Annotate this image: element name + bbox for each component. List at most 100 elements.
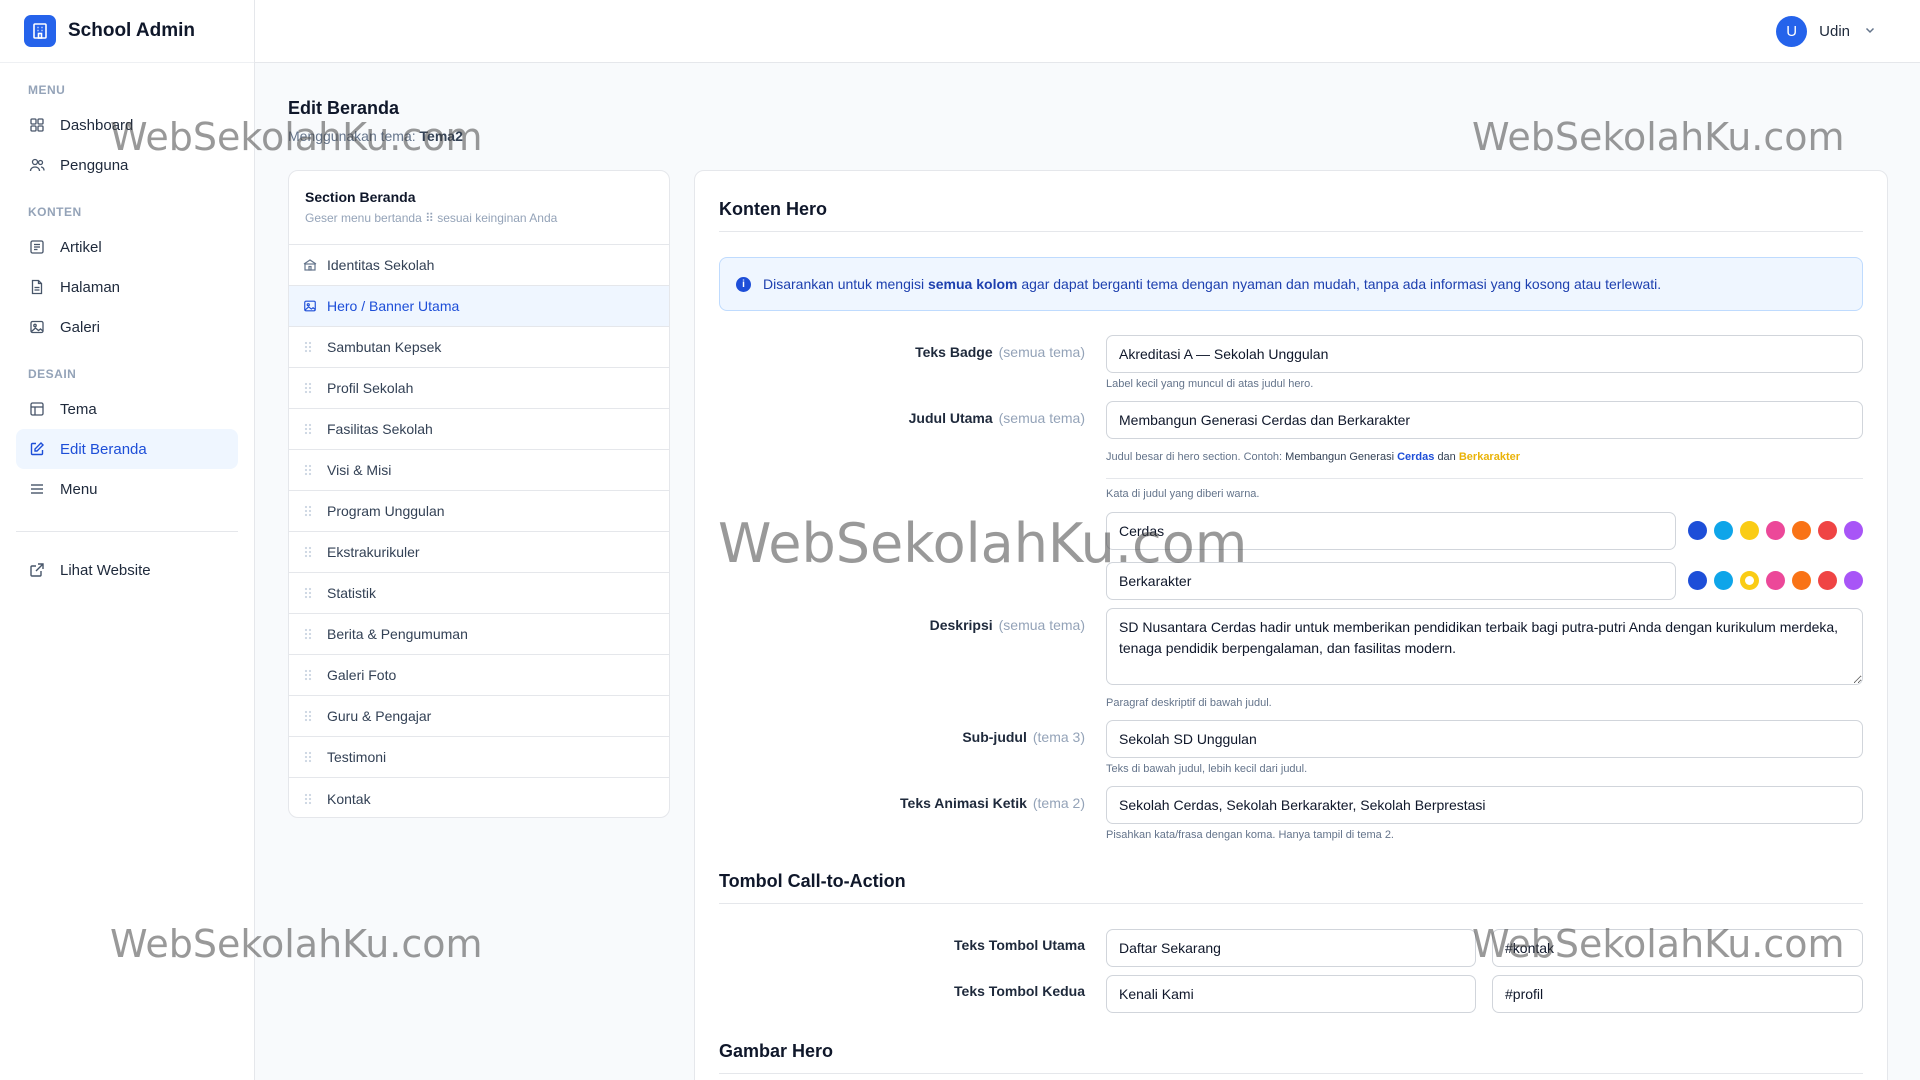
subtitle-help: Teks di bawah judul, lebih kecil dari ju… (1106, 763, 1308, 775)
section-item-label: Identitas Sekolah (327, 257, 435, 273)
section-item-hero-banner-utama[interactable]: Hero / Banner Utama (289, 286, 669, 327)
sidebar-item-artikel[interactable]: Artikel (16, 227, 238, 267)
section-item-identitas-sekolah[interactable]: Identitas Sekolah (289, 245, 669, 286)
color-swatch[interactable] (1714, 571, 1733, 590)
avatar: U (1776, 16, 1808, 47)
drag-handle-icon[interactable] (303, 545, 317, 559)
user-menu[interactable]: U Udin (1776, 16, 1876, 47)
highlight-word-2-input[interactable] (1106, 562, 1676, 600)
info-icon: i (736, 276, 751, 292)
section-list-subtitle: Geser menu bertanda ⠿ sesuai keinginan A… (305, 211, 558, 225)
color-swatch[interactable] (1792, 571, 1811, 590)
hero-heading-rule (719, 231, 1863, 232)
color-swatch[interactable] (1818, 571, 1837, 590)
section-item-label: Berita & Pengumuman (327, 626, 468, 642)
description-label: Deskripsi (semua tema) (929, 617, 1085, 633)
highlight-help: Kata di judul yang diberi warna. (1106, 488, 1260, 500)
section-item-label: Testimoni (327, 749, 387, 765)
highlight-word-1-input[interactable] (1106, 512, 1676, 550)
color-swatch[interactable] (1740, 571, 1759, 590)
color-swatch[interactable] (1844, 521, 1863, 540)
topbar: U Udin (255, 0, 1920, 63)
color-swatch[interactable] (1688, 571, 1707, 590)
typing-help: Pisahkan kata/frasa dengan koma. Hanya t… (1106, 829, 1394, 841)
sidebar-item-lihat-website[interactable]: Lihat Website (16, 550, 238, 590)
badge-input[interactable] (1106, 335, 1863, 373)
drag-handle-icon[interactable] (303, 422, 317, 436)
drag-handle-icon[interactable] (303, 709, 317, 723)
color-swatch[interactable] (1714, 521, 1733, 540)
section-item-galeri-foto[interactable]: Galeri Foto (289, 655, 669, 696)
drag-handle-icon[interactable] (303, 627, 317, 641)
drag-handle-icon[interactable] (303, 750, 317, 764)
chevron-down-icon (1864, 23, 1876, 41)
typing-label: Teks Animasi Ketik (tema 2) (900, 795, 1085, 811)
section-list-title: Section Beranda (305, 189, 416, 205)
drag-handle-icon[interactable] (303, 586, 317, 600)
color-swatch[interactable] (1844, 571, 1863, 590)
article-icon (28, 238, 46, 256)
sidebar-item-edit-beranda[interactable]: Edit Beranda (16, 429, 238, 469)
sidebar-divider (16, 531, 238, 532)
sidebar-item-dashboard[interactable]: Dashboard (16, 105, 238, 145)
section-item-kontak[interactable]: Kontak (289, 778, 669, 817)
section-item-sambutan-kepsek[interactable]: Sambutan Kepsek (289, 327, 669, 368)
drag-handle-icon[interactable] (303, 340, 317, 354)
section-item-profil-sekolah[interactable]: Profil Sekolah (289, 368, 669, 409)
section-item-label: Fasilitas Sekolah (327, 421, 433, 437)
school-icon (303, 258, 317, 272)
cta-heading-rule (719, 903, 1863, 904)
color-swatch[interactable] (1766, 521, 1785, 540)
cta-primary-link-input[interactable] (1492, 929, 1863, 967)
drag-handle-icon[interactable] (303, 668, 317, 682)
sidebar-item-label: Dashboard (60, 116, 134, 134)
section-item-label: Kontak (327, 790, 371, 807)
typing-input[interactable] (1106, 786, 1863, 824)
cta-secondary-link-input[interactable] (1492, 975, 1863, 1013)
color-swatch[interactable] (1818, 521, 1837, 540)
section-item-fasilitas-sekolah[interactable]: Fasilitas Sekolah (289, 409, 669, 450)
cta-primary-text-input[interactable] (1106, 929, 1476, 967)
page-title: Edit Beranda (288, 98, 400, 118)
color-swatch[interactable] (1766, 571, 1785, 590)
description-help: Paragraf deskriptif di bawah judul. (1106, 697, 1272, 709)
section-item-testimoni[interactable]: Testimoni (289, 737, 669, 778)
section-item-guru-pengajar[interactable]: Guru & Pengajar (289, 696, 669, 737)
sidebar-item-tema[interactable]: Tema (16, 389, 238, 429)
color-swatch[interactable] (1792, 521, 1811, 540)
sidebar-item-menu[interactable]: Menu (16, 469, 238, 509)
sidebar-item-galeri[interactable]: Galeri (16, 307, 238, 347)
user-name: Udin (1819, 23, 1850, 40)
title-label: Judul Utama (semua tema) (908, 410, 1085, 426)
section-list-card: Section Beranda Geser menu bertanda ⠿ se… (288, 170, 670, 818)
section-item-statistik[interactable]: Statistik (289, 573, 669, 614)
cta-secondary-text-input[interactable] (1106, 975, 1476, 1013)
sidebar-item-pengguna[interactable]: Pengguna (16, 145, 238, 185)
drag-handle-icon[interactable] (303, 792, 317, 806)
image-icon (28, 318, 46, 336)
sidebar-item-halaman[interactable]: Halaman (16, 267, 238, 307)
section-item-visi-misi[interactable]: Visi & Misi (289, 450, 669, 491)
info-alert: i Disarankan untuk mengisi semua kolom a… (719, 257, 1863, 311)
cta-primary-label: Teks Tombol Utama (954, 937, 1085, 953)
section-item-ekstrakurikuler[interactable]: Ekstrakurikuler (289, 532, 669, 573)
drag-handle-icon[interactable] (303, 463, 317, 477)
section-item-label: Profil Sekolah (327, 380, 414, 396)
sidebar-item-label: Artikel (60, 238, 102, 256)
section-list-header: Section Beranda Geser menu bertanda ⠿ se… (289, 171, 669, 245)
section-item-berita-pengumuman[interactable]: Berita & Pengumuman (289, 614, 669, 655)
section-item-program-unggulan[interactable]: Program Unggulan (289, 491, 669, 532)
external-link-icon (28, 561, 46, 579)
highlight-2-color-picker (1688, 571, 1870, 590)
subtitle-input[interactable] (1106, 720, 1863, 758)
sidebar-item-label: Lihat Website (60, 561, 151, 579)
drag-handle-icon[interactable] (303, 381, 317, 395)
color-swatch[interactable] (1740, 521, 1759, 540)
sidebar-section-label: MENU (28, 83, 66, 97)
image-icon (303, 298, 317, 314)
drag-handle-icon[interactable] (303, 504, 317, 518)
brand[interactable]: School Admin (0, 0, 254, 63)
color-swatch[interactable] (1688, 521, 1707, 540)
description-textarea[interactable]: SD Nusantara Cerdas hadir untuk memberik… (1106, 608, 1863, 685)
title-input[interactable] (1106, 401, 1863, 439)
